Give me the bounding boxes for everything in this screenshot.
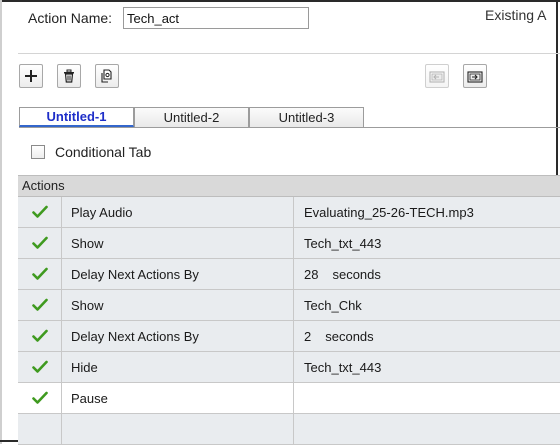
copy-icon: [101, 69, 112, 83]
divider: [18, 53, 560, 54]
plus-icon: [25, 70, 37, 82]
row-value[interactable]: [294, 383, 560, 413]
action-name: Pause: [71, 390, 108, 406]
row-value[interactable]: Evaluating_25-26-TECH.mp3: [294, 197, 560, 227]
action-row[interactable]: Show Tech_txt_443: [18, 228, 560, 259]
action-value: 2: [304, 328, 312, 344]
import-button[interactable]: [425, 64, 449, 88]
action-row[interactable]: Delay Next Actions By 2 seconds: [18, 321, 560, 352]
conditional-tab-checkbox[interactable]: [31, 145, 45, 159]
checkmark-icon: [31, 360, 48, 373]
row-action[interactable]: Pause: [62, 383, 294, 413]
checkmark-icon: [31, 329, 48, 342]
action-name-input[interactable]: [123, 7, 309, 29]
action-value: Tech_Chk: [304, 297, 362, 313]
row-value[interactable]: Tech_txt_443: [294, 228, 560, 258]
add-action-button[interactable]: [19, 64, 43, 88]
empty-row[interactable]: [18, 414, 560, 445]
row-action[interactable]: Delay Next Actions By: [62, 321, 294, 351]
row-value[interactable]: [294, 414, 560, 444]
action-name: Show: [71, 297, 104, 313]
row-status[interactable]: [18, 321, 62, 351]
action-unit: seconds: [332, 266, 381, 282]
action-row[interactable]: Delay Next Actions By 28 seconds: [18, 259, 560, 290]
import-icon: [429, 71, 445, 83]
row-action[interactable]: Delay Next Actions By: [62, 259, 294, 289]
row-value[interactable]: Tech_txt_443: [294, 352, 560, 382]
action-row[interactable]: Hide Tech_txt_443: [18, 352, 560, 383]
actions-table: Actions Play Audio Evaluating_25-26-TECH.…: [18, 175, 560, 445]
row-value[interactable]: Tech_Chk: [294, 290, 560, 320]
row-status[interactable]: [18, 228, 62, 258]
action-name: Hide: [71, 359, 98, 375]
tab-untitled-3[interactable]: Untitled-3: [249, 107, 364, 127]
action-name: Play Audio: [71, 204, 133, 220]
action-row[interactable]: Show Tech_Chk: [18, 290, 560, 321]
checkmark-icon: [31, 298, 48, 311]
tab-baseline: [19, 127, 560, 128]
action-name: Delay Next Actions By: [71, 266, 199, 282]
row-status[interactable]: [18, 383, 62, 413]
tab-untitled-1[interactable]: Untitled-1: [19, 107, 134, 127]
trash-icon: [64, 69, 74, 83]
existing-actions-label: Existing A: [485, 7, 547, 23]
row-action[interactable]: Hide: [62, 352, 294, 382]
row-status[interactable]: [18, 414, 62, 444]
row-action[interactable]: Play Audio: [62, 197, 294, 227]
conditional-tab-option[interactable]: Conditional Tab: [31, 144, 151, 160]
conditional-tab-label: Conditional Tab: [55, 144, 152, 160]
action-row[interactable]: Pause: [18, 383, 560, 414]
tab-untitled-2[interactable]: Untitled-2: [134, 107, 249, 127]
checkmark-icon: [31, 267, 48, 280]
action-value: Tech_txt_443: [304, 235, 382, 251]
row-action[interactable]: Show: [62, 228, 294, 258]
checkmark-icon: [31, 205, 48, 218]
copy-action-button[interactable]: [95, 64, 119, 88]
row-status[interactable]: [18, 352, 62, 382]
action-value: Tech_txt_443: [304, 359, 382, 375]
actions-table-header: Actions: [18, 175, 560, 197]
action-tabs: Untitled-1 Untitled-2 Untitled-3: [19, 107, 364, 128]
action-value: 28: [304, 266, 319, 282]
export-icon: [467, 71, 483, 83]
checkmark-icon: [31, 236, 48, 249]
export-button[interactable]: [463, 64, 487, 88]
action-name: Delay Next Actions By: [71, 328, 199, 344]
row-status[interactable]: [18, 197, 62, 227]
action-name: Show: [71, 235, 104, 251]
action-value: Evaluating_25-26-TECH.mp3: [304, 204, 474, 220]
action-unit: seconds: [325, 328, 374, 344]
row-value[interactable]: 28 seconds: [294, 259, 560, 289]
row-status[interactable]: [18, 259, 62, 289]
row-value[interactable]: 2 seconds: [294, 321, 560, 351]
row-action[interactable]: Show: [62, 290, 294, 320]
row-action[interactable]: [62, 414, 294, 444]
action-name-label: Action Name:: [28, 10, 113, 26]
action-row[interactable]: Play Audio Evaluating_25-26-TECH.mp3: [18, 197, 560, 228]
checkmark-icon: [31, 391, 48, 404]
delete-action-button[interactable]: [57, 64, 81, 88]
row-status[interactable]: [18, 290, 62, 320]
